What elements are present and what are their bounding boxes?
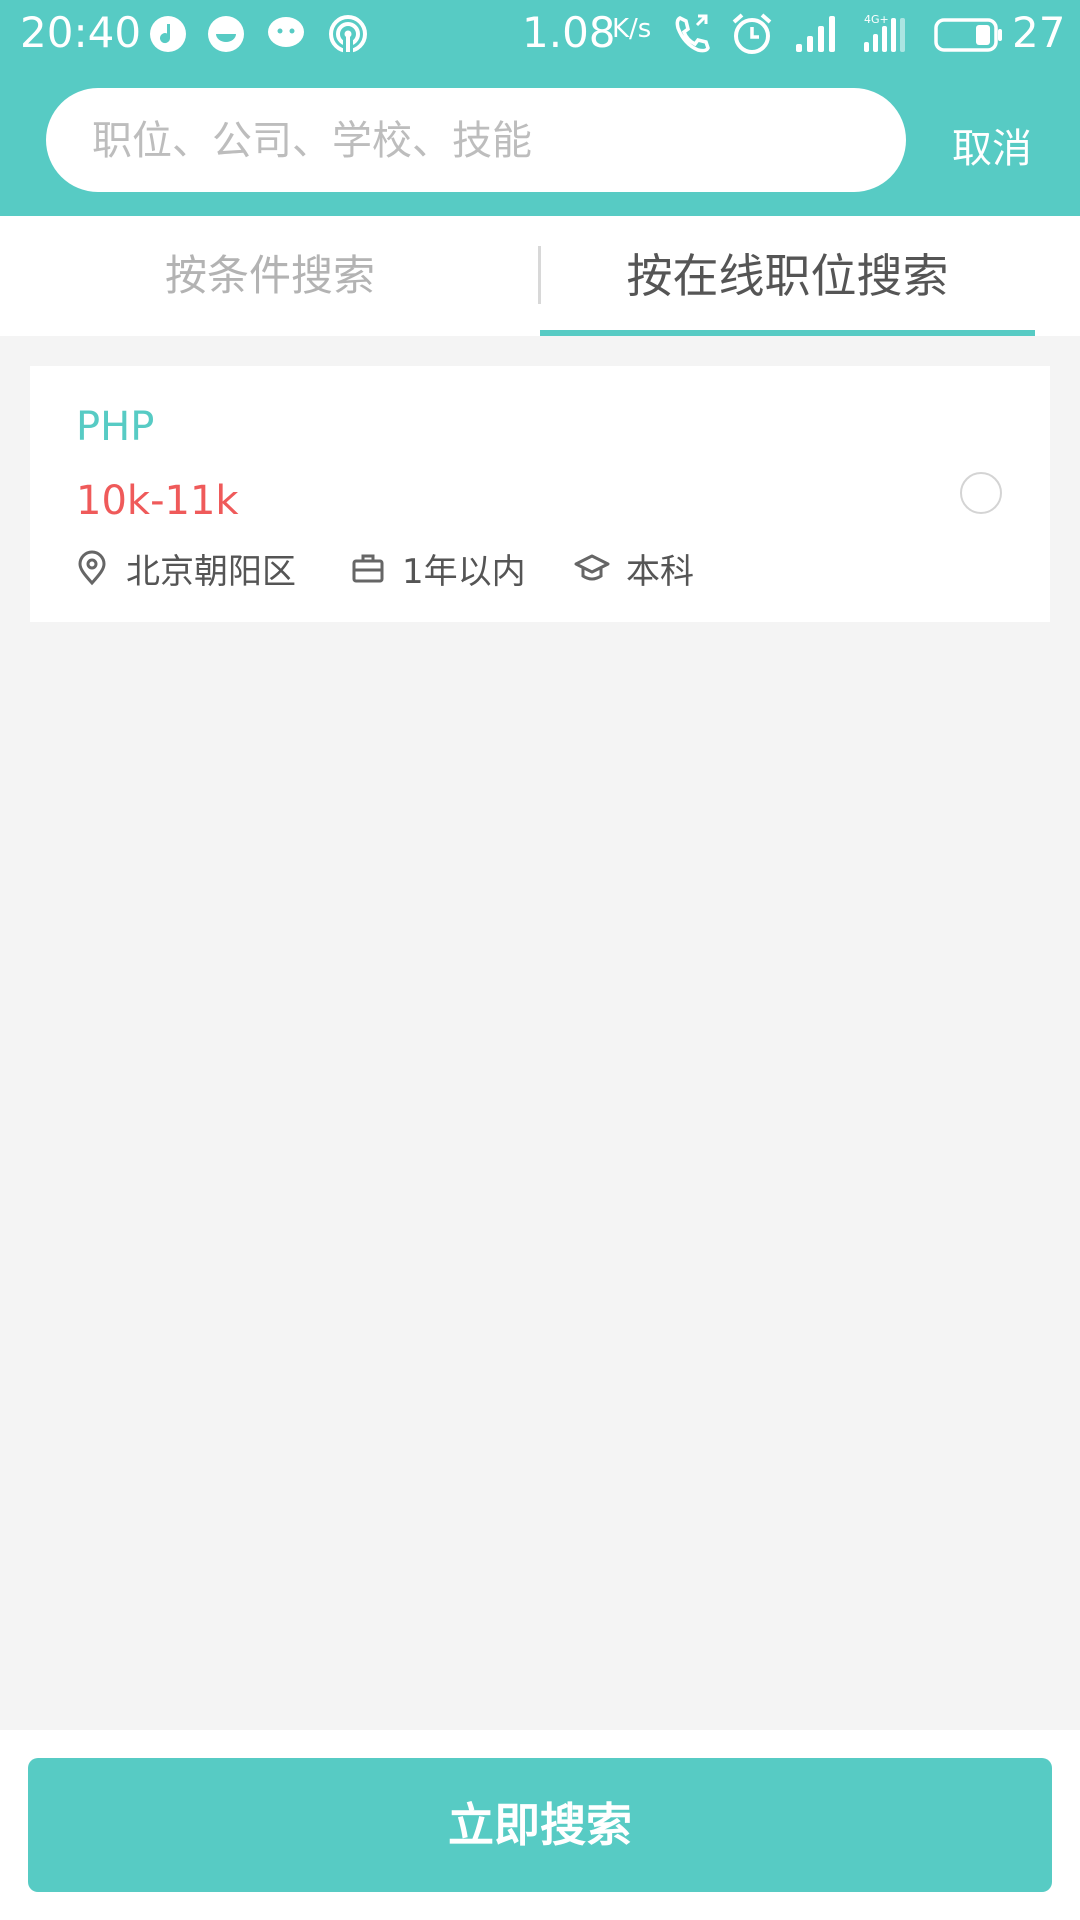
job-card[interactable]: PHP 10k-11k 北京朝阳区 1年以内 本科: [30, 366, 1050, 622]
music-app-icon: [150, 16, 186, 52]
header: 20:40 1.08 K/s 4G+ 27 职位、公司、学校、技能 取消: [0, 0, 1080, 216]
status-bar: 20:40 1.08 K/s 4G+ 27: [0, 0, 1080, 68]
graduation-cap-icon: [574, 554, 610, 581]
signal-icon: [796, 16, 835, 52]
network-speed-unit: K/s: [612, 14, 652, 44]
search-bar[interactable]: [46, 88, 906, 194]
search-mode-tabs: 按条件搜索 按在线职位搜索: [0, 216, 1080, 336]
location-pin-icon: [78, 550, 106, 586]
chat-app-icon: [208, 16, 244, 52]
mobile-data-icon: 4G+: [864, 13, 905, 52]
active-tab-indicator: [540, 330, 1035, 336]
tab-search-by-criteria[interactable]: 按条件搜索: [0, 216, 540, 336]
call-icon: [675, 14, 710, 53]
job-education-text: 本科: [626, 551, 694, 592]
job-location: 北京朝阳区: [74, 544, 296, 592]
briefcase-icon: [352, 554, 384, 583]
job-select-radio[interactable]: [960, 472, 1002, 514]
search-input[interactable]: [90, 88, 874, 194]
status-time: 20:40: [20, 8, 142, 57]
search-now-button[interactable]: 立即搜索: [28, 1758, 1052, 1892]
cancel-button[interactable]: 取消: [952, 116, 1032, 174]
job-experience: 1年以内: [350, 544, 526, 592]
wechat-icon: [268, 17, 304, 47]
job-experience-text: 1年以内: [402, 551, 526, 592]
job-title: PHP: [76, 404, 155, 450]
job-salary: 10k-11k: [76, 478, 239, 524]
bottom-action-bar: 立即搜索: [0, 1730, 1080, 1920]
job-education: 本科: [574, 544, 694, 592]
network-type-label: 4G+: [864, 13, 889, 26]
hotspot-icon: [329, 15, 367, 54]
battery-level: 27: [1012, 8, 1066, 57]
job-location-text: 北京朝阳区: [126, 551, 296, 592]
alarm-icon: [732, 13, 772, 54]
battery-icon: [934, 18, 1002, 52]
network-speed: 1.08: [522, 8, 616, 57]
tab-search-by-online-jobs[interactable]: 按在线职位搜索: [540, 216, 1035, 336]
